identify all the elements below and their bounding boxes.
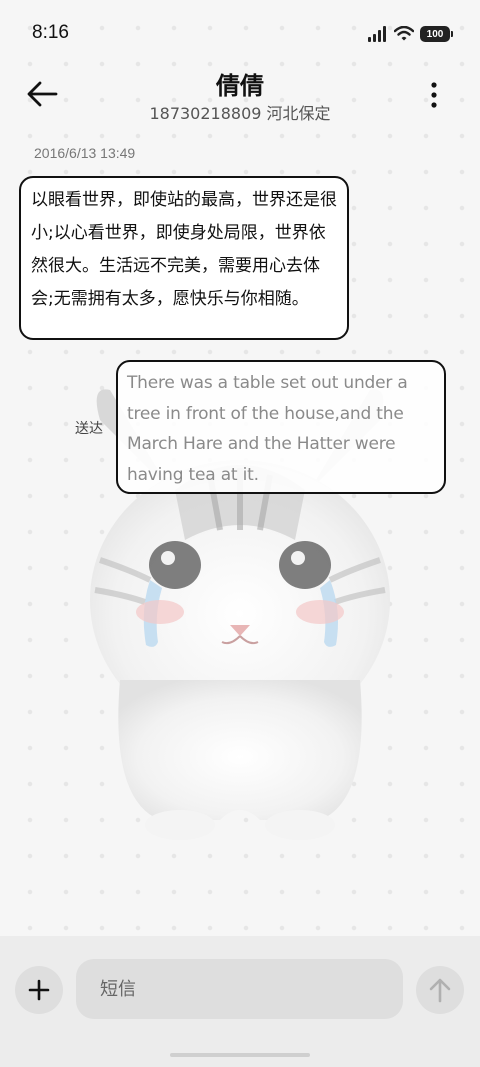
- arrow-up-icon: [429, 978, 451, 1003]
- status-time: 8:16: [32, 22, 69, 43]
- battery-level: 100: [426, 28, 444, 40]
- battery-icon: 100: [420, 26, 453, 42]
- incoming-message-bubble[interactable]: 以眼看世界，即使站的最高，世界还是很小;以心看世界，即使身处局限，世界依然很大。…: [19, 176, 349, 340]
- more-options-button[interactable]: [422, 78, 446, 112]
- message-composer: [0, 936, 480, 1067]
- signal-icon: [368, 26, 386, 42]
- conversation-header: 倩倩 18730218809 河北保定: [0, 64, 480, 128]
- wifi-icon: [394, 26, 414, 41]
- delivery-status: 送达: [75, 421, 103, 437]
- contact-name: 倩倩: [216, 72, 264, 100]
- home-indicator: [170, 1053, 310, 1057]
- plus-icon: [28, 979, 50, 1001]
- status-bar: 8:16 100: [0, 0, 480, 64]
- status-icons: 100: [368, 24, 453, 44]
- message-timestamp: 2016/6/13 13:49: [34, 145, 136, 161]
- add-attachment-button[interactable]: [15, 966, 63, 1014]
- contact-subtitle: 18730218809 河北保定: [149, 104, 331, 123]
- more-vertical-icon: [431, 82, 437, 108]
- message-input[interactable]: [76, 959, 403, 1019]
- send-button[interactable]: [416, 966, 464, 1014]
- outgoing-message-bubble[interactable]: There was a table set out under a tree i…: [116, 360, 446, 494]
